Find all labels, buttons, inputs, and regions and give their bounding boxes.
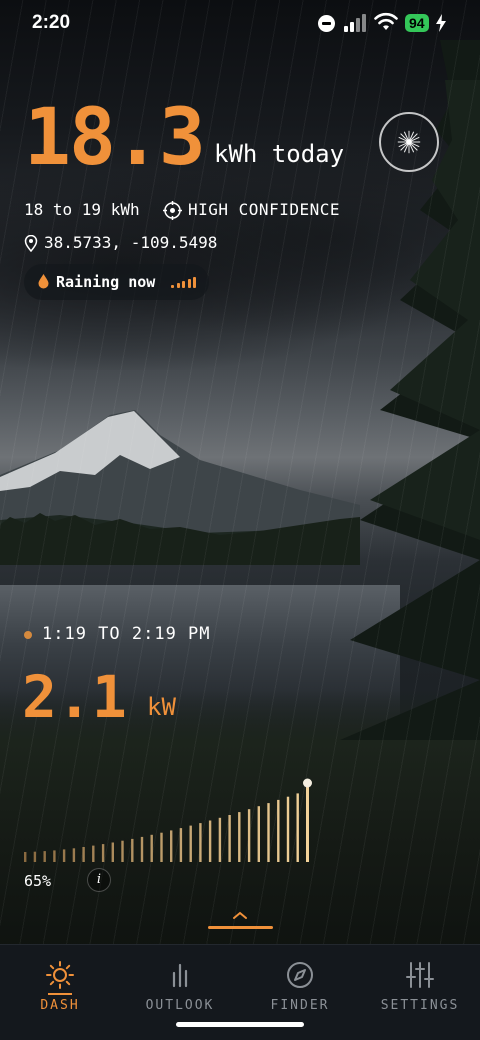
chart-percent-label: 65% (24, 872, 52, 890)
power-bar (179, 828, 183, 862)
power-bar (24, 852, 27, 862)
power-bar (247, 809, 251, 862)
power-bar (267, 803, 270, 862)
bar-chart-icon (172, 963, 188, 988)
energy-today-value: 18.3 (24, 93, 206, 183)
power-bar (296, 793, 299, 862)
rain-intensity-bar (182, 281, 185, 288)
location-pin-icon (24, 235, 38, 252)
do-not-disturb-icon (318, 15, 335, 32)
active-tab-underline (48, 993, 72, 995)
home-indicator (176, 1022, 304, 1027)
tab-label: OUTLOOK (145, 998, 215, 1013)
power-bar (199, 823, 202, 862)
power-bar (92, 845, 95, 862)
tab-label: FINDER (270, 998, 330, 1013)
power-bar (121, 840, 124, 862)
power-bar (101, 844, 105, 862)
sliders-icon (406, 962, 434, 988)
rain-intensity-bar (187, 279, 191, 288)
tab-settings[interactable]: SETTINGS (360, 945, 480, 1025)
raindrop-icon (38, 274, 49, 289)
rain-intensity-bar (171, 285, 174, 288)
power-bar (189, 825, 192, 862)
power-bar (72, 848, 76, 862)
wifi-icon (374, 12, 398, 30)
weather-label: Raining now (56, 273, 156, 291)
status-bar: 2:20 94 (0, 0, 480, 48)
power-bar (208, 820, 212, 862)
power-bar (150, 834, 153, 862)
power-bar (160, 832, 163, 862)
power-bar (238, 812, 241, 862)
cellular-signal-icon (344, 14, 368, 32)
power-bar (218, 817, 222, 862)
sheet-handle[interactable] (208, 926, 273, 929)
tab-outlook[interactable]: OUTLOOK (120, 945, 240, 1025)
current-time-marker (306, 784, 309, 862)
power-bar (53, 850, 56, 862)
compass-icon (287, 962, 313, 988)
power-bar (43, 851, 46, 862)
power-bar (257, 806, 260, 862)
current-time-dot[interactable] (303, 778, 312, 788)
chevron-up-icon[interactable] (232, 910, 248, 920)
current-power-value: 2.1 (22, 663, 127, 731)
power-curve-chart[interactable] (22, 776, 314, 866)
power-bar (170, 830, 173, 862)
rain-intensity-bar (193, 277, 196, 288)
tab-finder[interactable]: FINDER (240, 945, 360, 1025)
battery-level: 94 (405, 14, 429, 32)
rain-intensity-bar (176, 283, 180, 288)
power-bar (286, 796, 290, 862)
tab-label: DASH (40, 998, 80, 1013)
window-indicator-dot (24, 631, 32, 639)
power-bar (62, 849, 66, 862)
power-bar (111, 842, 114, 862)
sun-tracker-compass-icon[interactable] (379, 112, 439, 172)
charging-bolt-icon (436, 14, 446, 32)
sun-icon (46, 961, 74, 989)
time-window-label: 1:19 TO 2:19 PM (42, 624, 211, 644)
location-coordinates[interactable]: 38.5733, -109.5498 (44, 233, 217, 252)
current-power-unit: kW (147, 693, 176, 721)
power-bar (33, 851, 37, 862)
status-time: 2:20 (32, 12, 71, 33)
power-bar (277, 799, 280, 862)
power-bar (140, 836, 144, 862)
power-bar (131, 838, 134, 862)
weather-status-pill[interactable]: Raining now (24, 264, 209, 300)
energy-range: 18 to 19 kWh (24, 200, 140, 219)
power-bar (228, 815, 231, 862)
rain-intensity-bars (171, 277, 199, 288)
tab-label: SETTINGS (380, 998, 460, 1013)
tab-dash[interactable]: DASH (0, 945, 120, 1025)
power-bar (82, 847, 85, 862)
confidence-label: HIGH CONFIDENCE (188, 200, 340, 219)
energy-today-unit: kWh today (214, 140, 345, 168)
info-button[interactable]: i (87, 868, 111, 892)
target-icon (163, 201, 182, 220)
